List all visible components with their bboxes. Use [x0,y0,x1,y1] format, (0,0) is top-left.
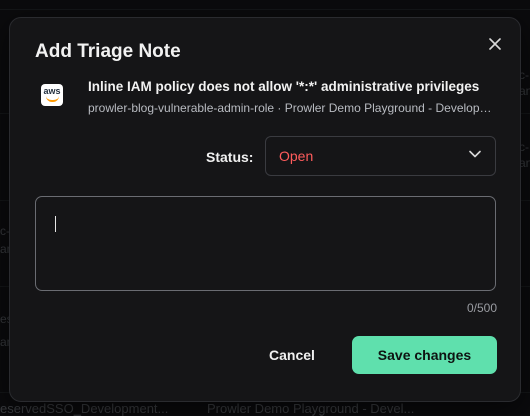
aws-icon: aws [41,84,63,106]
close-button[interactable] [486,35,504,53]
note-textarea[interactable] [35,196,496,291]
dialog-title: Add Triage Note [35,41,181,62]
status-label: Status: [206,149,254,165]
character-counter: 0/500 [466,301,497,315]
finding-title: Inline IAM policy does not allow '*:*' a… [88,79,480,94]
finding-summary: aws Inline IAM policy does not allow '*:… [35,79,500,127]
save-changes-button[interactable]: Save changes [352,336,497,374]
finding-resource: prowler-blog-vulnerable-admin-role · Pro… [88,101,498,115]
text-cursor [55,216,56,232]
status-value: Open [279,148,314,164]
aws-logo-text: aws [43,85,61,96]
chevron-down-icon [469,150,481,158]
cancel-button[interactable]: Cancel [256,336,328,374]
status-select[interactable]: Open [265,136,496,176]
triage-note-dialog: Add Triage Note aws Inline IAM policy do… [9,17,521,402]
close-icon [489,38,501,50]
